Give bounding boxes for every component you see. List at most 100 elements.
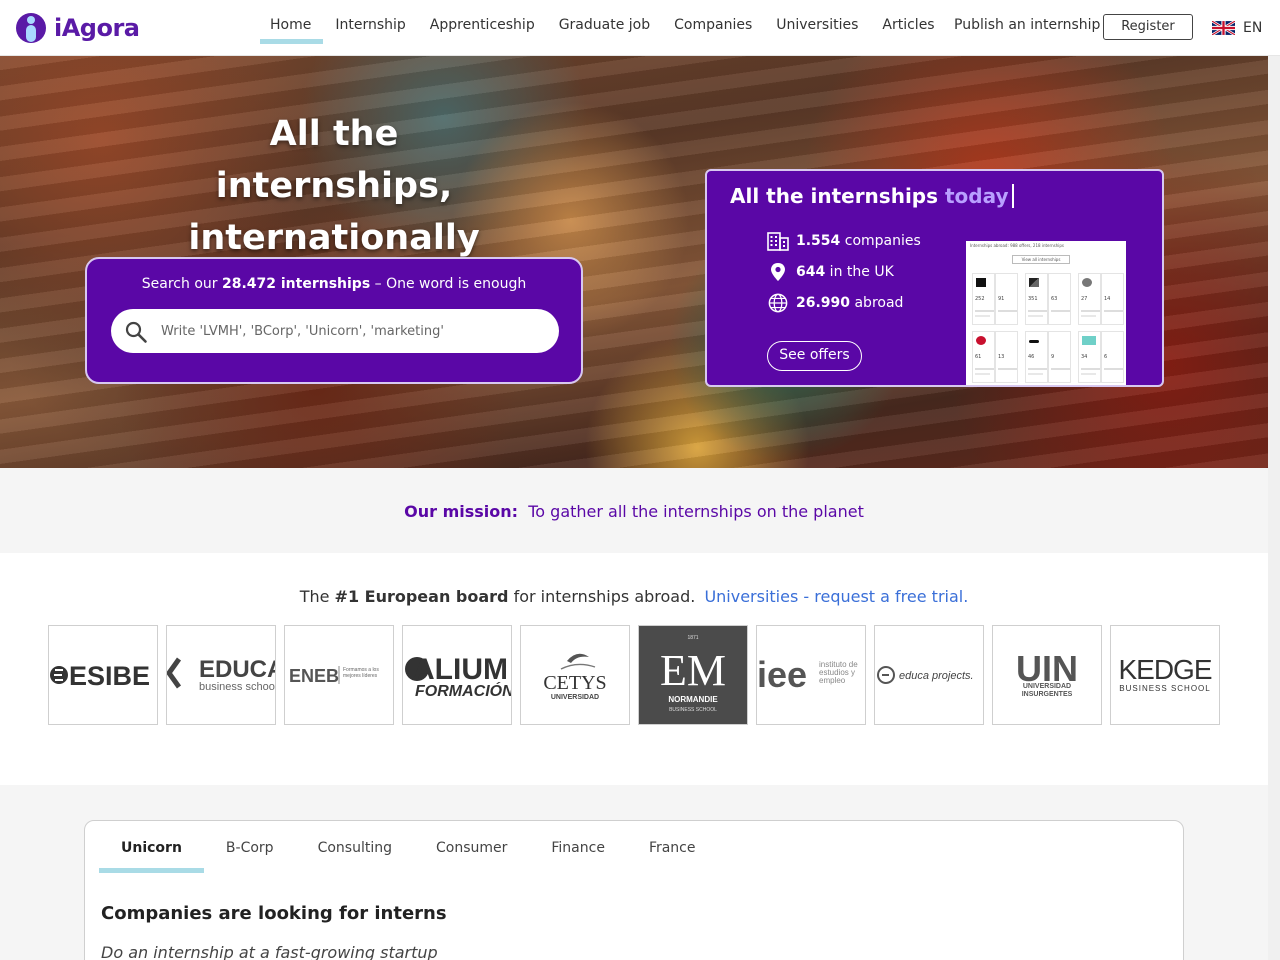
school-logo-kedge[interactable]: KEDGE BUSINESS SCHOOL — [1110, 625, 1220, 725]
categories-card: Unicorn B-Corp Consulting Consumer Finan… — [84, 820, 1184, 960]
school-logo-iee[interactable]: iee instituto de estudios y empleo — [756, 625, 866, 725]
search-input[interactable] — [161, 309, 541, 353]
preview-tile-value: 13 — [998, 354, 1005, 360]
stat-companies-text: 1.554 companies — [796, 233, 921, 249]
school-logo-em-normandie[interactable]: 1871 EM NORMANDIE BUSINESS SCHOOL — [638, 625, 748, 725]
tab-finance[interactable]: Finance — [529, 821, 627, 873]
publish-internship-link[interactable]: Publish an internship — [954, 17, 1100, 33]
preview-tile-value: 252 — [975, 296, 985, 302]
svg-text:BUSINESS SCHOOL: BUSINESS SCHOOL — [1119, 684, 1210, 693]
preview-company-logo — [1029, 340, 1039, 343]
preview-tile-line — [1081, 315, 1096, 317]
language-selector[interactable]: EN — [1212, 20, 1262, 36]
svg-text:KEDGE: KEDGE — [1118, 655, 1211, 685]
preview-tile: 351 — [1025, 273, 1048, 325]
stat-companies-label: companies — [840, 233, 921, 249]
svg-text:EM: EM — [660, 646, 726, 695]
school-logo-esibe[interactable]: ESIBE — [48, 625, 158, 725]
stat-uk-text: 644 in the UK — [796, 264, 894, 280]
preview-tile: 46 — [1025, 331, 1048, 383]
see-offers-button[interactable]: See offers — [767, 341, 862, 371]
alium-logo-icon: ALIUM FORMACIÓN — [405, 653, 511, 700]
preview-tile: 34 — [1078, 331, 1101, 383]
svg-text:CETYS: CETYS — [543, 672, 606, 694]
school-logos: ESIBE EDUCA business school ENEB Formamo… — [48, 625, 1220, 725]
mission-statement: Our mission: To gather all the internshi… — [0, 502, 1268, 521]
stat-uk-label: in the UK — [825, 264, 894, 280]
iee-logo-icon: iee instituto de estudios y empleo — [757, 655, 858, 695]
uin-logo-icon: UIN UNIVERSIDAD INSURGENTES — [1016, 648, 1078, 698]
board-tagline-suffix: for internships abroad. — [508, 587, 696, 606]
school-logo-cetys[interactable]: CETYS UNIVERSIDAD — [520, 625, 630, 725]
preview-tile: 14 — [1101, 273, 1124, 325]
svg-text:NORMANDIE: NORMANDIE — [668, 695, 718, 704]
search-box[interactable] — [111, 309, 559, 353]
offers-preview-thumbnail: Internships abroad: 988 offers, 218 inte… — [966, 241, 1126, 385]
preview-company-logo — [1082, 336, 1096, 345]
eneb-logo-icon: ENEB Formamos a los mejores líderes — [289, 666, 379, 686]
school-logo-eneb[interactable]: ENEB Formamos a los mejores líderes — [284, 625, 394, 725]
preview-company-logo — [1029, 278, 1039, 287]
educa-logo-icon: EDUCA business school — [167, 656, 275, 693]
preview-tile-line — [975, 315, 990, 317]
page-scrollbar[interactable] — [1268, 56, 1280, 960]
mission-label: Our mission: — [404, 502, 519, 521]
nav-articles[interactable]: Articles — [870, 0, 946, 44]
nav-companies[interactable]: Companies — [662, 0, 764, 44]
stats-card: All the internships today 1.554 companie… — [705, 169, 1164, 387]
preview-tile: 27 — [1078, 273, 1101, 325]
tab-unicorn[interactable]: Unicorn — [99, 821, 204, 873]
svg-text:ALIUM: ALIUM — [413, 653, 508, 686]
stat-uk: 644 in the UK — [767, 262, 894, 282]
preview-tile-line — [975, 310, 994, 312]
board-tagline: The #1 European board for internships ab… — [0, 587, 1268, 606]
tab-france[interactable]: France — [627, 821, 718, 873]
stat-abroad-value: 26.990 — [796, 295, 851, 311]
nav-universities[interactable]: Universities — [764, 0, 870, 44]
preview-tile-value: 27 — [1081, 296, 1088, 302]
tab-consulting[interactable]: Consulting — [296, 821, 414, 873]
preview-tile-value: 63 — [1051, 296, 1058, 302]
svg-text:ENEB: ENEB — [289, 666, 339, 686]
preview-header: Internships abroad: 988 offers, 218 inte… — [970, 243, 1064, 248]
preview-tile-line — [1081, 368, 1100, 370]
svg-text:EDUCA: EDUCA — [199, 656, 275, 683]
stat-abroad-label: abroad — [850, 295, 904, 311]
svg-text:educa projects.: educa projects. — [899, 670, 974, 682]
preview-company-logo — [976, 336, 986, 345]
register-button[interactable]: Register — [1103, 14, 1193, 40]
stats-title: All the internships today — [730, 184, 1014, 208]
nav-apprenticeship[interactable]: Apprenticeship — [418, 0, 547, 44]
preview-tile: 63 — [1048, 273, 1071, 325]
category-heading: Companies are looking for interns — [101, 903, 447, 924]
nav-graduate-job[interactable]: Graduate job — [547, 0, 662, 44]
school-logo-uin[interactable]: UIN UNIVERSIDAD INSURGENTES — [992, 625, 1102, 725]
svg-text:ESIBE: ESIBE — [69, 661, 150, 691]
preview-tile-line — [975, 373, 990, 375]
school-logo-alium[interactable]: ALIUM FORMACIÓN — [402, 625, 512, 725]
preview-tile: 252 — [972, 273, 995, 325]
school-logo-educa[interactable]: EDUCA business school — [166, 625, 276, 725]
preview-tile-line — [1051, 368, 1070, 370]
svg-text:FORMACIÓN: FORMACIÓN — [415, 681, 511, 700]
preview-tile: 9 — [1048, 331, 1071, 383]
brand-name: iAgora — [54, 14, 140, 42]
site-header: iAgora Home Internship Apprenticeship Gr… — [0, 0, 1280, 56]
category-subheading: Do an internship at a fast-growing start… — [101, 943, 438, 960]
preview-tile-value: 14 — [1104, 296, 1111, 302]
tab-consumer[interactable]: Consumer — [414, 821, 529, 873]
nav-home[interactable]: Home — [258, 0, 324, 44]
partner-schools-section: The #1 European board for internships ab… — [0, 553, 1268, 785]
search-caption-prefix: Search our — [141, 276, 222, 292]
nav-internship[interactable]: Internship — [323, 0, 417, 44]
school-logo-educa-projects[interactable]: educa projects. — [874, 625, 984, 725]
preview-tile-value: 91 — [998, 296, 1005, 302]
em-normandie-logo-icon: 1871 EM NORMANDIE BUSINESS SCHOOL — [660, 635, 726, 713]
brand-logo[interactable]: iAgora — [16, 12, 140, 44]
mission-banner: Our mission: To gather all the internshi… — [0, 468, 1268, 553]
main-nav: Home Internship Apprenticeship Graduate … — [258, 0, 947, 56]
free-trial-link[interactable]: Universities - request a free trial. — [704, 587, 968, 606]
preview-tile: 91 — [995, 273, 1018, 325]
preview-company-logo — [976, 278, 986, 287]
tab-b-corp[interactable]: B-Corp — [204, 821, 296, 873]
